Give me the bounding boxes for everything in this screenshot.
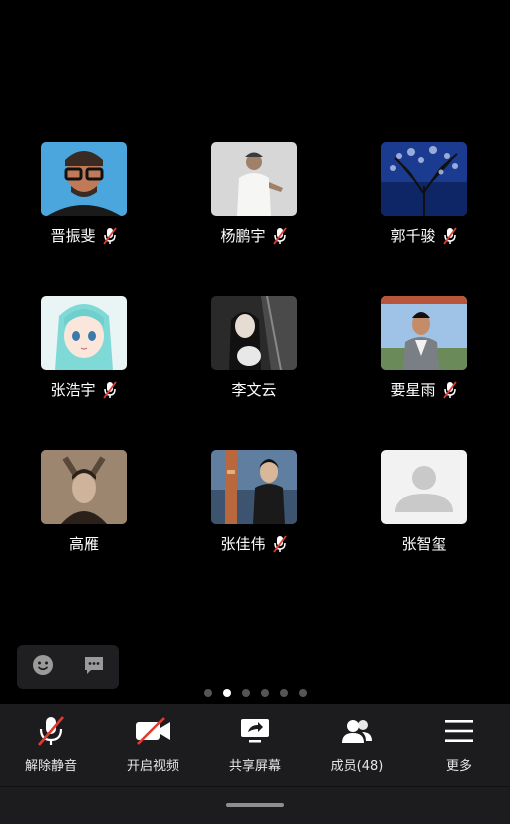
participant-name: 张浩宇	[50, 381, 96, 399]
avatar	[41, 296, 127, 370]
share-screen-icon	[241, 719, 269, 743]
members-button[interactable]: 成员(48)	[306, 704, 408, 786]
page-dot[interactable]	[203, 689, 212, 697]
more-label: 更多	[445, 759, 472, 774]
participant-name: 郭千骏	[390, 227, 436, 245]
avatar	[381, 142, 467, 216]
emoji-button[interactable]	[32, 654, 54, 680]
page-indicator	[0, 689, 510, 697]
unmute-label: 解除静音	[24, 759, 77, 774]
participant-name: 晋振斐	[50, 227, 96, 245]
page-dot[interactable]	[241, 689, 250, 697]
participant-name: 李文云	[231, 381, 277, 399]
participant-tile[interactable]: 李文云	[184, 296, 324, 400]
menu-icon	[445, 720, 473, 742]
participant-tile[interactable]: 高雁	[14, 450, 154, 554]
mic-muted-icon	[102, 381, 117, 399]
participant-name: 高雁	[68, 535, 99, 553]
page-dot[interactable]	[260, 689, 269, 697]
chat-bubble-icon	[84, 657, 103, 674]
members-icon	[342, 720, 372, 743]
participant-name: 张智玺	[401, 535, 447, 553]
participant-tile[interactable]: 郭千骏	[354, 142, 494, 246]
participant-name: 要星雨	[390, 381, 436, 399]
chat-button[interactable]	[83, 654, 105, 680]
mic-muted-icon	[272, 227, 287, 245]
page-dot[interactable]	[298, 689, 307, 697]
mic-muted-icon	[442, 381, 457, 399]
participant-name: 张佳伟	[220, 535, 266, 553]
participant-tile[interactable]: 张佳伟	[184, 450, 324, 554]
start-video-button[interactable]: 开启视频	[102, 704, 204, 786]
video-off-icon	[136, 717, 170, 745]
reaction-chat-panel	[17, 645, 119, 689]
avatar	[211, 296, 297, 370]
page-dot[interactable]	[279, 689, 288, 697]
share-screen-label: 共享屏幕	[228, 759, 281, 774]
avatar	[41, 142, 127, 216]
start-video-label: 开启视频	[126, 759, 179, 774]
page-dot[interactable]	[222, 689, 231, 697]
avatar	[211, 450, 297, 524]
share-screen-button[interactable]: 共享屏幕	[204, 704, 306, 786]
mic-muted-icon	[38, 716, 64, 746]
participant-tile[interactable]: 要星雨	[354, 296, 494, 400]
default-avatar	[381, 450, 467, 524]
emoji-icon	[32, 655, 53, 675]
more-button[interactable]: 更多	[408, 704, 510, 786]
mic-muted-icon	[272, 535, 287, 553]
participant-name: 杨鹏宇	[220, 227, 266, 245]
avatar	[211, 142, 297, 216]
home-indicator[interactable]	[226, 803, 284, 807]
participant-tile[interactable]: 晋振斐	[14, 142, 154, 246]
meeting-toolbar: 解除静音 开启视频 共享屏幕 成员(48) 更多	[0, 704, 510, 786]
unmute-button[interactable]: 解除静音	[0, 704, 102, 786]
participant-tile[interactable]: 张智玺	[354, 450, 494, 554]
mic-muted-icon	[102, 227, 117, 245]
participant-tile[interactable]: 张浩宇	[14, 296, 154, 400]
mic-muted-icon	[442, 227, 457, 245]
avatar	[41, 450, 127, 524]
participant-tile[interactable]: 杨鹏宇	[184, 142, 324, 246]
members-label: 成员(48)	[330, 759, 384, 774]
avatar	[381, 296, 467, 370]
system-nav-bar	[0, 786, 510, 824]
